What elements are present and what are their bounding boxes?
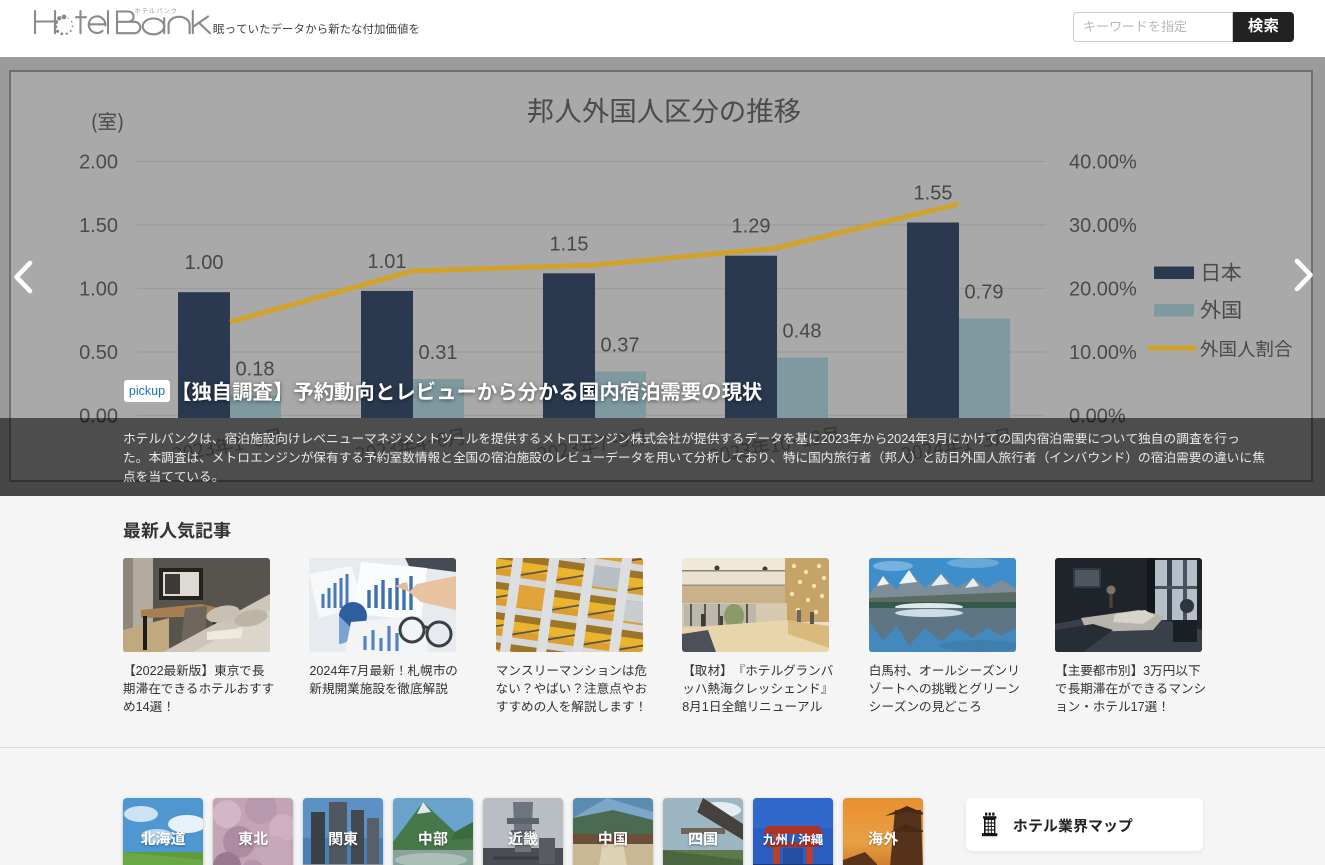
svg-text:外国: 外国 [1200,295,1242,325]
svg-text:ホテルバンク: ホテルバンク [135,6,179,15]
svg-text:1.29: 1.29 [732,216,771,238]
svg-text:40.00%: 40.00% [1069,152,1137,174]
svg-text:0.50: 0.50 [79,342,118,364]
svg-text:2.00: 2.00 [79,152,118,174]
svg-text:0.48: 0.48 [783,321,822,343]
svg-text:0.37: 0.37 [601,335,640,357]
svg-text:0.79: 0.79 [965,282,1004,304]
svg-text:1.15: 1.15 [550,233,589,255]
svg-text:1.00: 1.00 [79,279,118,301]
svg-text:20.00%: 20.00% [1069,279,1137,301]
svg-text:(室): (室) [90,106,124,135]
svg-text:1.01: 1.01 [368,251,407,273]
svg-text:30.00%: 30.00% [1069,215,1137,237]
svg-text:邦人外国人区分の推移: 邦人外国人区分の推移 [527,89,801,129]
svg-text:0.31: 0.31 [419,342,458,364]
svg-text:1.00: 1.00 [185,252,224,274]
svg-text:1.55: 1.55 [914,183,953,205]
svg-text:外国人割合: 外国人割合 [1200,336,1293,362]
svg-text:日本: 日本 [1200,257,1242,287]
svg-text:10.00%: 10.00% [1069,342,1137,364]
svg-text:1.50: 1.50 [79,215,118,237]
